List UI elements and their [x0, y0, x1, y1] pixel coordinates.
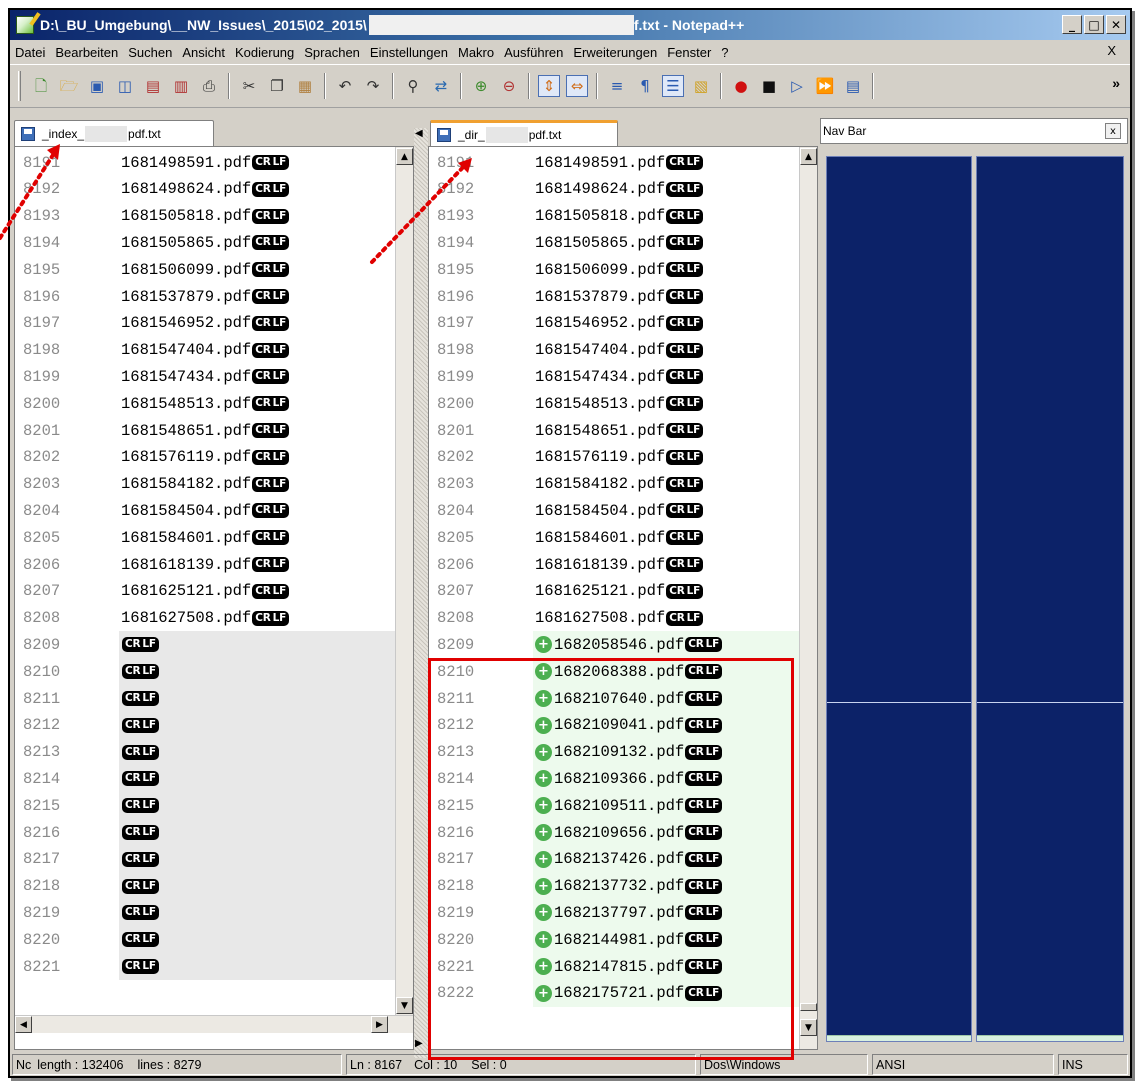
- annotation-arrow-right: [370, 158, 472, 264]
- annotation-arrows: [0, 142, 472, 264]
- annotation-arrow-left: [0, 142, 62, 240]
